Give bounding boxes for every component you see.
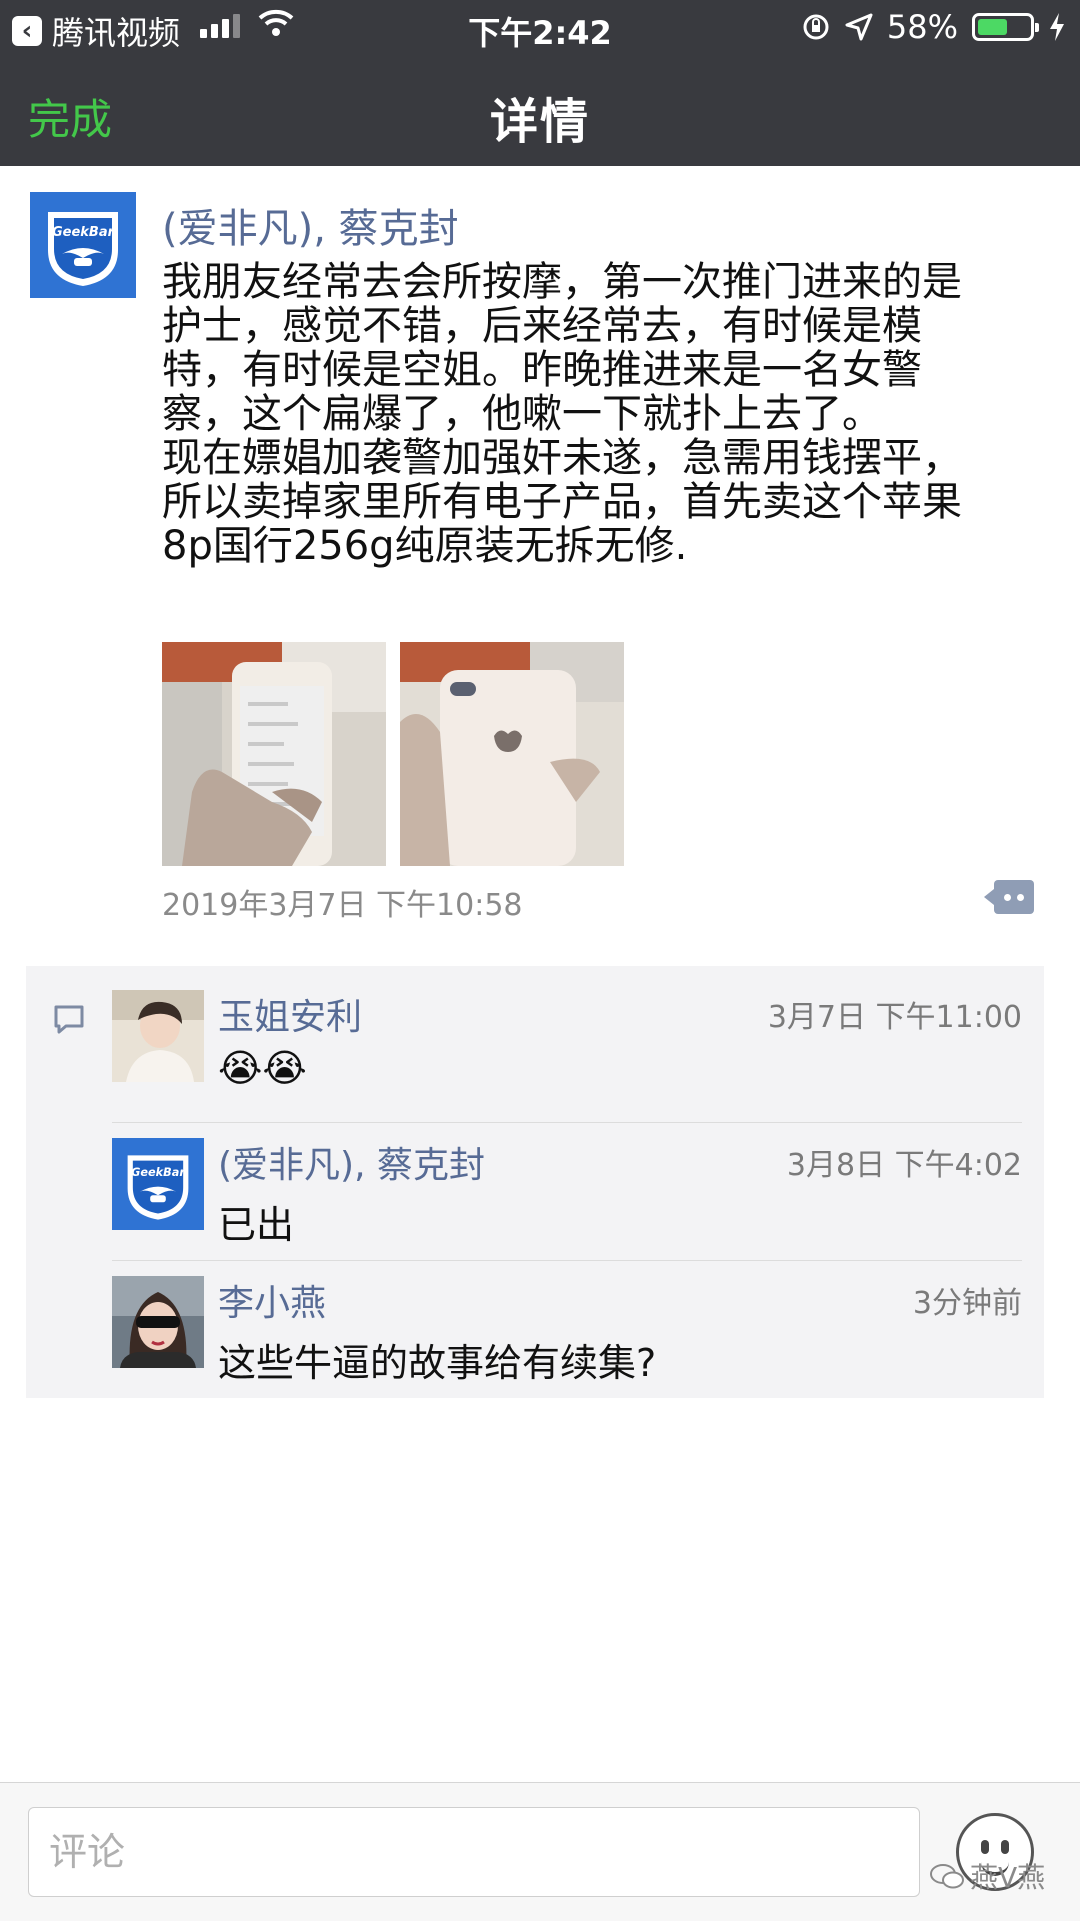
comment-time: 3月7日 下午11:00 [767,1000,1022,1035]
post-text: 我朋友经常去会所按摩，第一次推门进来的是 护士，感觉不错，后来经常去，有时候是模… [162,259,962,569]
comment-divider [112,1260,1022,1261]
comment-item[interactable]: 玉姐安利 3月7日 下午11:00 😭😭 [112,988,1022,1090]
battery-icon [972,13,1039,41]
page-title: 详情 [489,94,590,150]
status-bar: ‹ 腾讯视频 下午2:42 58% [0,0,1080,54]
charging-bolt-icon [1050,13,1064,41]
comment-input[interactable]: 评论 [28,1807,920,1897]
commenter-name[interactable]: (爱非凡), 蔡克封 [218,1136,485,1188]
location-icon [845,13,873,41]
comment-divider [112,1122,1022,1123]
nav-bar: 完成 详情 [0,60,1080,166]
watermark-text: 燕V燕 [970,1861,1046,1894]
author-avatar[interactable]: GeekBar [30,192,136,298]
commenter-avatar[interactable] [112,990,204,1082]
comment-time: 3月8日 下午4:02 [786,1148,1022,1183]
comment-time: 3分钟前 [912,1286,1022,1321]
emoji-face-icon [981,1840,989,1854]
geekbar-logo: GeekBar [112,1138,204,1230]
comment-bubble-icon [54,1005,84,1034]
comment-bar: 评论 [0,1782,1080,1921]
commenter-avatar[interactable] [112,1276,204,1368]
post-timestamp: 2019年3月7日 下午10:58 [162,888,523,923]
geekbar-logo: GeekBar [30,192,136,298]
post-author-name[interactable]: (爱非凡), 蔡克封 [162,196,459,254]
wechat-logo-icon [930,1864,964,1889]
comment-text: 已出 [218,1203,295,1247]
comment-text: 😭😭 [218,1046,307,1090]
comments-section: 玉姐安利 3月7日 下午11:00 😭😭 GeekBar (爱非凡), 蔡克封 … [26,966,1044,1398]
more-actions-button[interactable] [984,880,1034,914]
comment-text: 这些牛逼的故事给有续集? [218,1341,657,1385]
rotation-lock-icon [803,14,829,40]
post-photo-1[interactable] [162,642,386,866]
svg-text:GeekBar: GeekBar [52,225,116,240]
top-bar: ‹ 腾讯视频 下午2:42 58% 完成 详情 [0,0,1080,166]
battery-percent: 58% [886,8,958,46]
watermark: 燕V燕 [930,1856,1045,1896]
comment-item[interactable]: 李小燕 3分钟前 这些牛逼的故事给有续集? [112,1274,1022,1385]
commenter-name[interactable]: 李小燕 [218,1274,326,1326]
comment-item[interactable]: GeekBar (爱非凡), 蔡克封 3月8日 下午4:02 已出 [112,1136,1022,1247]
svg-text:GeekBar: GeekBar [131,1166,186,1179]
commenter-avatar[interactable]: GeekBar [112,1138,204,1230]
post-photo-2[interactable] [400,642,624,866]
commenter-name[interactable]: 玉姐安利 [218,988,362,1040]
